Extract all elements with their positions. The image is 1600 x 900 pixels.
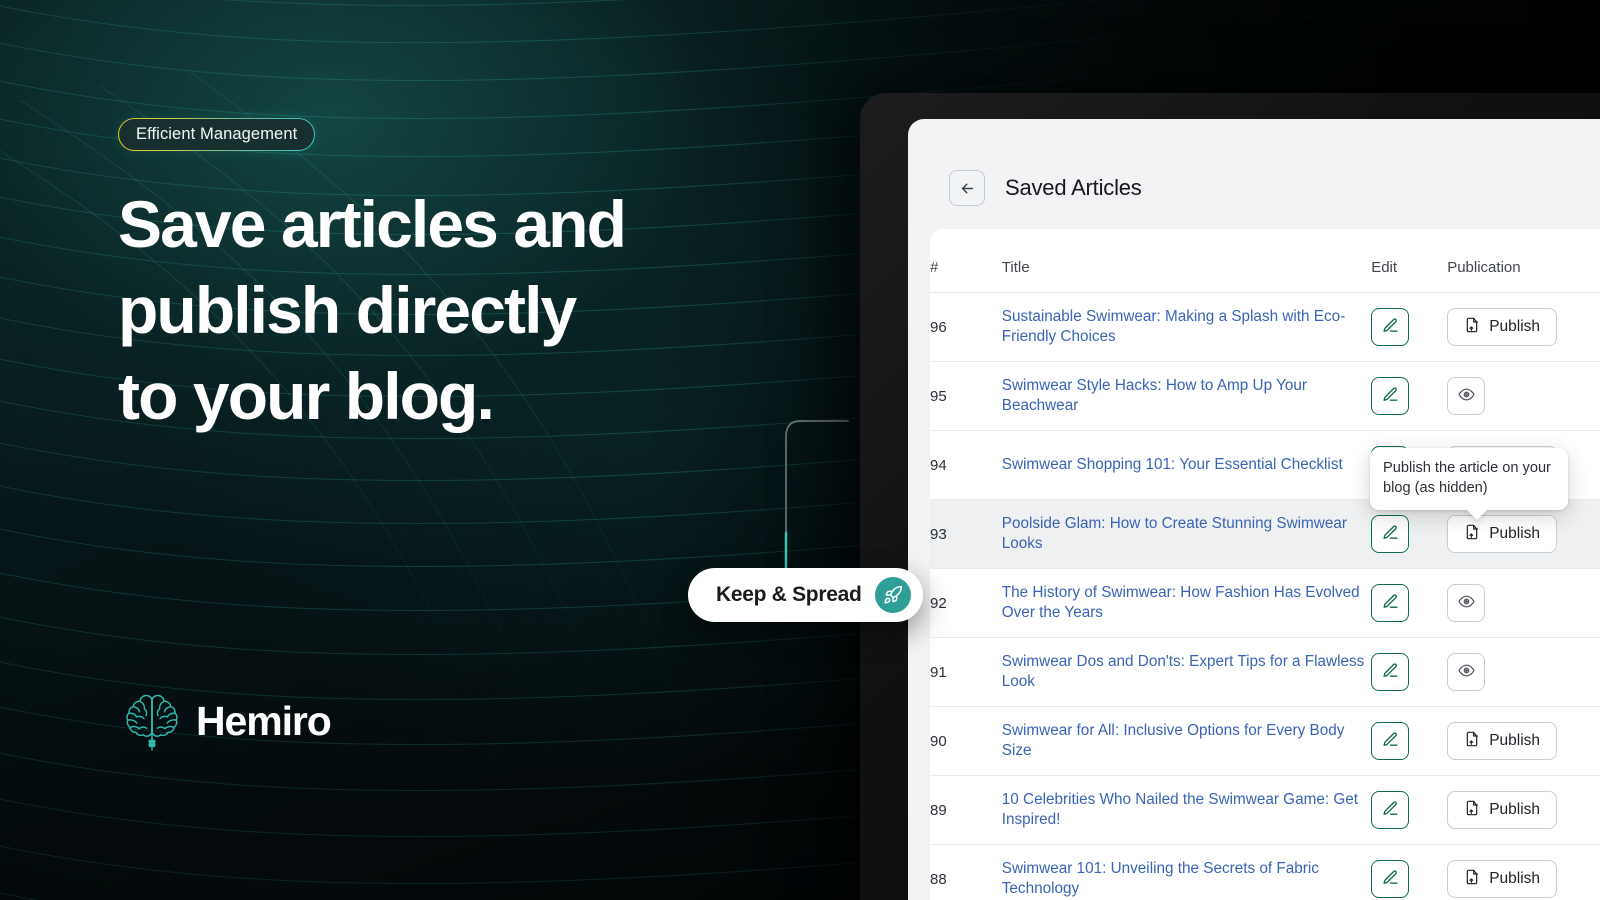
table-header: # Title Edit Publication Delete xyxy=(930,229,1600,293)
page-title: Save articles and publish directly to yo… xyxy=(118,182,758,439)
publish-button-label: Publish xyxy=(1489,801,1541,818)
table-row[interactable]: 95 Swimwear Style Hacks: How to Amp Up Yo… xyxy=(930,362,1600,431)
article-title-link[interactable]: Swimwear Shopping 101: Your Essential Ch… xyxy=(1002,455,1371,475)
table-row[interactable]: 96 Sustainable Swimwear: Making a Splash … xyxy=(930,293,1600,362)
pencil-icon xyxy=(1382,731,1399,751)
rocket-icon xyxy=(875,577,912,613)
column-header-publication: Publication xyxy=(1447,259,1521,276)
brain-icon xyxy=(126,694,178,751)
keep-and-spread-label: Keep & Spread xyxy=(716,583,862,606)
pencil-icon xyxy=(1382,524,1399,544)
table-row[interactable]: 90 Swimwear for All: Inclusive Options fo… xyxy=(930,707,1600,776)
publish-button[interactable]: Publish xyxy=(1447,515,1558,553)
edit-button[interactable] xyxy=(1371,584,1410,622)
device-mockup: Saved Articles # Title Edit Publication … xyxy=(860,93,1600,900)
headline-line-3: to your blog. xyxy=(118,358,495,433)
file-upload-icon xyxy=(1464,869,1480,890)
article-title-link[interactable]: Swimwear 101: Unveiling the Secrets of F… xyxy=(1002,859,1371,899)
pencil-icon xyxy=(1382,593,1399,613)
publish-button[interactable]: Publish xyxy=(1447,308,1558,346)
article-title-link[interactable]: Sustainable Swimwear: Making a Splash wi… xyxy=(1002,307,1371,347)
column-header-number: # xyxy=(930,259,939,276)
eye-icon xyxy=(1458,662,1475,682)
article-title-link[interactable]: The History of Swimwear: How Fashion Has… xyxy=(1002,583,1371,623)
table-row[interactable]: 92 The History of Swimwear: How Fashion H… xyxy=(930,569,1600,638)
hero-section: Efficient Management Save articles and p… xyxy=(118,0,798,900)
table-body: 96 Sustainable Swimwear: Making a Splash … xyxy=(930,293,1600,900)
table-row[interactable]: 91 Swimwear Dos and Don'ts: Expert Tips f… xyxy=(930,638,1600,707)
edit-button[interactable] xyxy=(1371,791,1410,829)
publish-tooltip-text: Publish the article on your blog (as hid… xyxy=(1383,460,1551,496)
row-number: 95 xyxy=(930,387,947,405)
article-title-link[interactable]: Swimwear for All: Inclusive Options for … xyxy=(1002,721,1371,761)
hidden-status-button[interactable] xyxy=(1447,377,1486,415)
row-number: 93 xyxy=(930,525,947,543)
arrow-left-icon xyxy=(961,183,973,193)
eye-icon xyxy=(1458,593,1475,613)
eye-icon xyxy=(1458,386,1475,406)
screen-title: Saved Articles xyxy=(1005,175,1142,200)
publish-button-label: Publish xyxy=(1489,318,1541,335)
brand-name: Hemiro xyxy=(196,697,332,744)
row-number: 91 xyxy=(930,663,947,681)
table-row[interactable]: 93 Poolside Glam: How to Create Stunning … xyxy=(930,499,1600,569)
column-header-title: Title xyxy=(1001,259,1030,276)
app-screen: Saved Articles # Title Edit Publication … xyxy=(908,119,1600,900)
publish-tooltip: Publish the article on your blog (as hid… xyxy=(1370,448,1568,510)
row-number: 92 xyxy=(930,594,947,612)
page-root: Efficient Management Save articles and p… xyxy=(0,0,1600,900)
edit-button[interactable] xyxy=(1371,860,1410,898)
back-button[interactable] xyxy=(949,170,985,206)
article-title-link[interactable]: Poolside Glam: How to Create Stunning Sw… xyxy=(1002,514,1371,554)
publish-button-label: Publish xyxy=(1489,525,1541,542)
hidden-status-button[interactable] xyxy=(1447,653,1486,691)
headline-line-2: publish directly xyxy=(118,272,577,347)
badge-efficient-management: Efficient Management xyxy=(118,118,315,151)
pencil-icon xyxy=(1382,800,1399,820)
articles-card: # Title Edit Publication Delete 96 Sustai… xyxy=(930,229,1600,900)
file-upload-icon xyxy=(1464,731,1480,752)
keep-and-spread-pill[interactable]: Keep & Spread xyxy=(688,568,924,622)
edit-button[interactable] xyxy=(1371,377,1410,415)
row-number: 88 xyxy=(930,870,947,888)
edit-button[interactable] xyxy=(1371,308,1410,346)
publish-button-label: Publish xyxy=(1489,732,1541,749)
edit-button[interactable] xyxy=(1371,515,1410,553)
table-row[interactable]: 89 10 Celebrities Who Nailed the Swimwear… xyxy=(930,776,1600,845)
row-number: 90 xyxy=(930,732,947,750)
articles-table: # Title Edit Publication Delete 96 Sustai… xyxy=(930,229,1600,900)
publish-button[interactable]: Publish xyxy=(1447,860,1558,898)
article-title-link[interactable]: 10 Celebrities Who Nailed the Swimwear G… xyxy=(1002,790,1371,830)
edit-button[interactable] xyxy=(1371,722,1410,760)
publish-button[interactable]: Publish xyxy=(1447,722,1558,760)
column-header-edit: Edit xyxy=(1371,259,1398,276)
pencil-icon xyxy=(1382,869,1399,889)
publish-button[interactable]: Publish xyxy=(1447,791,1558,829)
publish-button-label: Publish xyxy=(1489,870,1541,887)
table-row[interactable]: 88 Swimwear 101: Unveiling the Secrets of… xyxy=(930,845,1600,900)
pencil-icon xyxy=(1382,317,1399,337)
pencil-icon xyxy=(1382,386,1399,406)
pencil-icon xyxy=(1382,662,1399,682)
row-number: 96 xyxy=(930,318,947,336)
article-title-link[interactable]: Swimwear Style Hacks: How to Amp Up Your… xyxy=(1002,376,1371,416)
file-upload-icon xyxy=(1464,800,1480,821)
article-title-link[interactable]: Swimwear Dos and Don'ts: Expert Tips for… xyxy=(1002,652,1371,692)
headline-line-1: Save articles and xyxy=(118,187,627,261)
row-number: 94 xyxy=(930,456,947,474)
brand-logo: Hemiro xyxy=(124,690,332,752)
hidden-status-button[interactable] xyxy=(1447,584,1486,622)
edit-button[interactable] xyxy=(1371,653,1410,691)
row-number: 89 xyxy=(930,801,947,819)
app-header: Saved Articles xyxy=(908,119,1600,229)
file-upload-icon xyxy=(1464,524,1480,545)
file-upload-icon xyxy=(1464,317,1480,338)
badge-label: Efficient Management xyxy=(136,125,298,143)
